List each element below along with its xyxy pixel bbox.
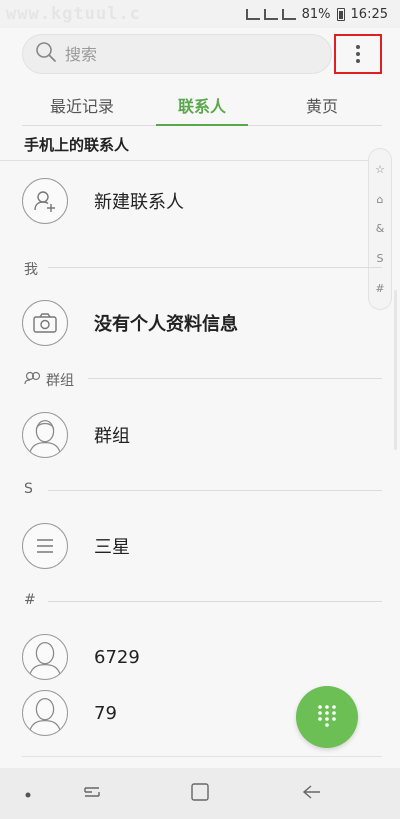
index-ampersand[interactable]: & xyxy=(376,222,385,235)
search-box[interactable] xyxy=(22,34,332,74)
signal-icon xyxy=(263,8,278,20)
tab-recent[interactable]: 最近记录 xyxy=(22,84,142,125)
more-vertical-icon-dot xyxy=(356,52,360,56)
add-person-icon xyxy=(22,178,68,224)
nav-dot-icon xyxy=(25,786,31,801)
section-title: 手机上的联系人 xyxy=(24,136,130,154)
tab-bar: 最近记录 联系人 黄页 xyxy=(22,84,382,126)
profile-row[interactable]: 没有个人资料信息 xyxy=(22,298,372,348)
tab-yellow-pages[interactable]: 黄页 xyxy=(262,84,382,125)
more-vertical-icon xyxy=(356,45,360,49)
group-avatar-icon xyxy=(22,412,68,458)
group-label: 群组 xyxy=(94,426,130,447)
index-bar[interactable]: ☆ ⌂ & S # xyxy=(368,148,392,310)
section-header-me: 我 xyxy=(24,262,38,278)
section-header-hash: # xyxy=(24,592,36,608)
index-favorites[interactable]: ☆ xyxy=(375,163,385,176)
person-avatar-icon xyxy=(22,634,68,680)
new-contact-label: 新建联系人 xyxy=(94,192,184,213)
menu-lines-icon xyxy=(22,523,68,569)
dialpad-button[interactable] xyxy=(296,686,358,748)
contact-label: 6729 xyxy=(94,646,140,668)
index-hash[interactable]: # xyxy=(375,282,384,295)
battery-percent: 81% xyxy=(301,6,331,22)
scrollbar[interactable] xyxy=(394,290,397,450)
contact-label: 79 xyxy=(94,702,117,724)
divider xyxy=(88,378,382,379)
tab-contacts[interactable]: 联系人 xyxy=(142,84,262,126)
nav-dot-button[interactable] xyxy=(14,768,42,819)
samsung-label: 三星 xyxy=(94,537,130,558)
back-icon xyxy=(301,783,323,804)
new-contact-row[interactable]: 新建联系人 xyxy=(22,176,372,226)
index-home[interactable]: ⌂ xyxy=(377,193,384,206)
more-vertical-icon-dot xyxy=(356,59,360,63)
index-s[interactable]: S xyxy=(377,252,384,265)
dialpad-icon xyxy=(316,703,338,732)
divider xyxy=(0,160,382,161)
divider xyxy=(22,756,382,757)
home-icon xyxy=(190,782,210,805)
home-button[interactable] xyxy=(182,768,218,819)
divider xyxy=(48,601,382,602)
recent-apps-icon xyxy=(81,784,103,803)
search-icon xyxy=(35,41,57,67)
divider xyxy=(48,490,382,491)
group-row[interactable]: 群组 xyxy=(22,410,372,460)
status-bar: www.kgtuul.c 81% 16:25 xyxy=(0,0,400,28)
divider xyxy=(48,267,382,268)
groups-section-label: 群组 xyxy=(46,373,74,389)
battery-icon xyxy=(336,7,345,21)
watermark-text: www.kgtuul.c xyxy=(6,4,141,24)
samsung-row[interactable]: 三星 xyxy=(22,521,372,571)
status-icons xyxy=(245,8,296,20)
contact-row[interactable]: 6729 xyxy=(22,632,372,682)
more-options-button[interactable] xyxy=(334,34,382,74)
groups-icon xyxy=(24,371,42,389)
signal-icon xyxy=(281,8,296,20)
search-row xyxy=(22,34,382,74)
back-button[interactable] xyxy=(294,768,330,819)
signal-icon xyxy=(245,8,260,20)
navigation-bar xyxy=(0,768,400,819)
section-header-groups: 群组 xyxy=(24,370,74,390)
clock-time: 16:25 xyxy=(350,6,388,22)
search-input[interactable] xyxy=(65,44,305,64)
recent-apps-button[interactable] xyxy=(74,768,110,819)
camera-icon xyxy=(22,300,68,346)
person-avatar-icon xyxy=(22,690,68,736)
profile-label: 没有个人资料信息 xyxy=(94,314,238,335)
section-header-s: S xyxy=(24,481,33,497)
